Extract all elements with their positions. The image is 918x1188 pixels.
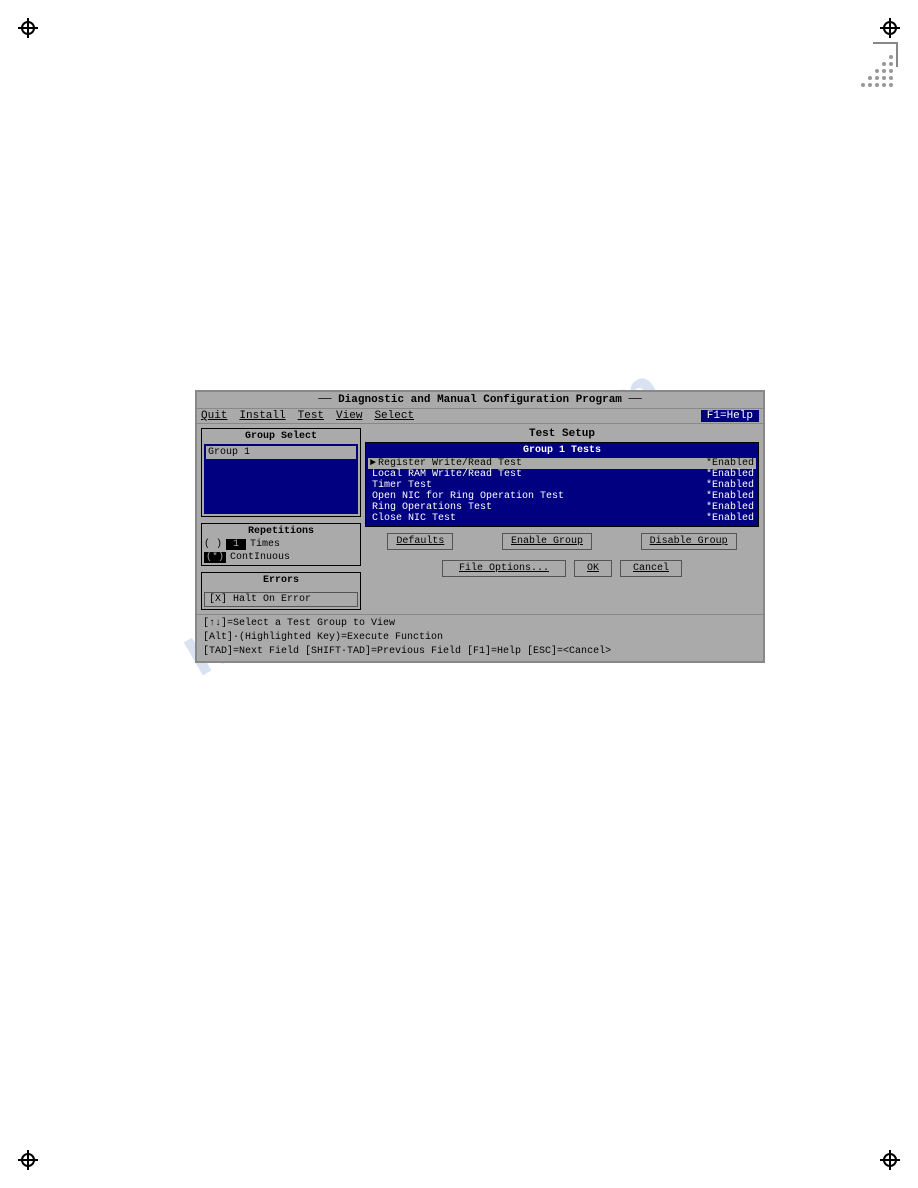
continuous-row: (*) ContInuous — [204, 552, 358, 563]
menu-select[interactable]: Select — [374, 410, 414, 422]
status-line-1: [↑↓]=Select a Test Group to View — [203, 617, 757, 631]
terminal-window: ── Diagnostic and Manual Configuration P… — [195, 390, 765, 663]
test-name-3: Open NIC for Ring Operation Test — [372, 491, 706, 502]
repetitions-box: Repetitions ( ) 1 Times (*) ContInuous — [201, 523, 361, 566]
test-item-5[interactable]: Close NIC Test*Enabled — [368, 513, 756, 524]
menu-install[interactable]: Install — [239, 410, 285, 422]
right-panel: Test Setup Group 1 Tests ►Register Write… — [365, 428, 759, 610]
test-setup-header: Test Setup — [365, 428, 759, 440]
repetitions-title: Repetitions — [204, 526, 358, 537]
halt-on-error-button[interactable]: [X] Halt On Error — [204, 592, 358, 607]
disable-group-button[interactable]: Disable Group — [641, 533, 737, 550]
test-status-3: *Enabled — [706, 491, 754, 502]
test-item-0[interactable]: ►Register Write/Read Test*Enabled — [368, 458, 756, 469]
menu-test[interactable]: Test — [298, 410, 324, 422]
status-line-2: [Alt]·(Highlighted Key)=Execute Function — [203, 631, 757, 645]
action-buttons: Defaults Enable Group Disable Group — [365, 533, 759, 550]
continuous-label: ContInuous — [230, 552, 290, 563]
test-name-2: Timer Test — [372, 480, 706, 491]
test-status-0: *Enabled — [706, 458, 754, 469]
test-item-1[interactable]: Local RAM Write/Read Test*Enabled — [368, 469, 756, 480]
corner-bracket-tr — [873, 42, 898, 67]
times-value[interactable]: 1 — [226, 539, 246, 550]
tests-container: ►Register Write/Read Test*EnabledLocal R… — [368, 458, 756, 524]
corner-mark-tl — [18, 18, 38, 38]
corner-mark-tr — [880, 18, 900, 38]
test-item-2[interactable]: Timer Test*Enabled — [368, 480, 756, 491]
test-item-3[interactable]: Open NIC for Ring Operation Test*Enabled — [368, 491, 756, 502]
test-name-4: Ring Operations Test — [372, 502, 706, 513]
test-name-5: Close NIC Test — [372, 513, 706, 524]
group1-tests-title: Group 1 Tests — [368, 445, 756, 456]
radio-unselected: ( ) — [204, 539, 222, 550]
menu-bar: Quit Install Test View Select F1=Help — [197, 409, 763, 424]
defaults-button[interactable]: Defaults — [387, 533, 453, 550]
radio-selected: (*) — [204, 552, 226, 563]
enable-group-button[interactable]: Enable Group — [502, 533, 592, 550]
test-status-2: *Enabled — [706, 480, 754, 491]
group-select-box: Group Select Group 1 — [201, 428, 361, 517]
title-bar: ── Diagnostic and Manual Configuration P… — [197, 392, 763, 409]
test-status-5: *Enabled — [706, 513, 754, 524]
times-label: Times — [250, 539, 280, 550]
corner-mark-br — [880, 1150, 900, 1170]
group1-tests-box: Group 1 Tests ►Register Write/Read Test*… — [365, 442, 759, 527]
menu-items: Quit Install Test View Select — [201, 410, 701, 422]
title-text: Diagnostic and Manual Configuration Prog… — [338, 394, 622, 406]
help-button[interactable]: F1=Help — [701, 410, 759, 422]
left-panel: Group Select Group 1 Repetitions ( ) 1 T… — [201, 428, 361, 610]
test-status-4: *Enabled — [706, 502, 754, 513]
test-arrow-0: ► — [370, 458, 376, 469]
test-name-0: Register Write/Read Test — [378, 458, 706, 469]
repetitions-times-row: ( ) 1 Times — [204, 539, 358, 550]
group-item-1[interactable]: Group 1 — [206, 446, 356, 459]
cancel-button[interactable]: Cancel — [620, 560, 682, 577]
bottom-buttons: File Options... OK Cancel — [365, 556, 759, 581]
errors-title: Errors — [204, 575, 358, 586]
errors-box: Errors [X] Halt On Error — [201, 572, 361, 610]
status-line-3: [TAD]=Next Field [SHIFT·TAD]=Previous Fi… — [203, 645, 757, 659]
menu-quit[interactable]: Quit — [201, 410, 227, 422]
group-list: Group 1 — [204, 444, 358, 514]
content-area: Group Select Group 1 Repetitions ( ) 1 T… — [197, 424, 763, 614]
corner-mark-bl — [18, 1150, 38, 1170]
test-item-4[interactable]: Ring Operations Test*Enabled — [368, 502, 756, 513]
menu-view[interactable]: View — [336, 410, 362, 422]
group-select-title: Group Select — [204, 431, 358, 442]
status-bar: [↑↓]=Select a Test Group to View [Alt]·(… — [197, 614, 763, 661]
file-options-button[interactable]: File Options... — [442, 560, 566, 577]
ok-button[interactable]: OK — [574, 560, 612, 577]
test-status-1: *Enabled — [706, 469, 754, 480]
test-name-1: Local RAM Write/Read Test — [372, 469, 706, 480]
